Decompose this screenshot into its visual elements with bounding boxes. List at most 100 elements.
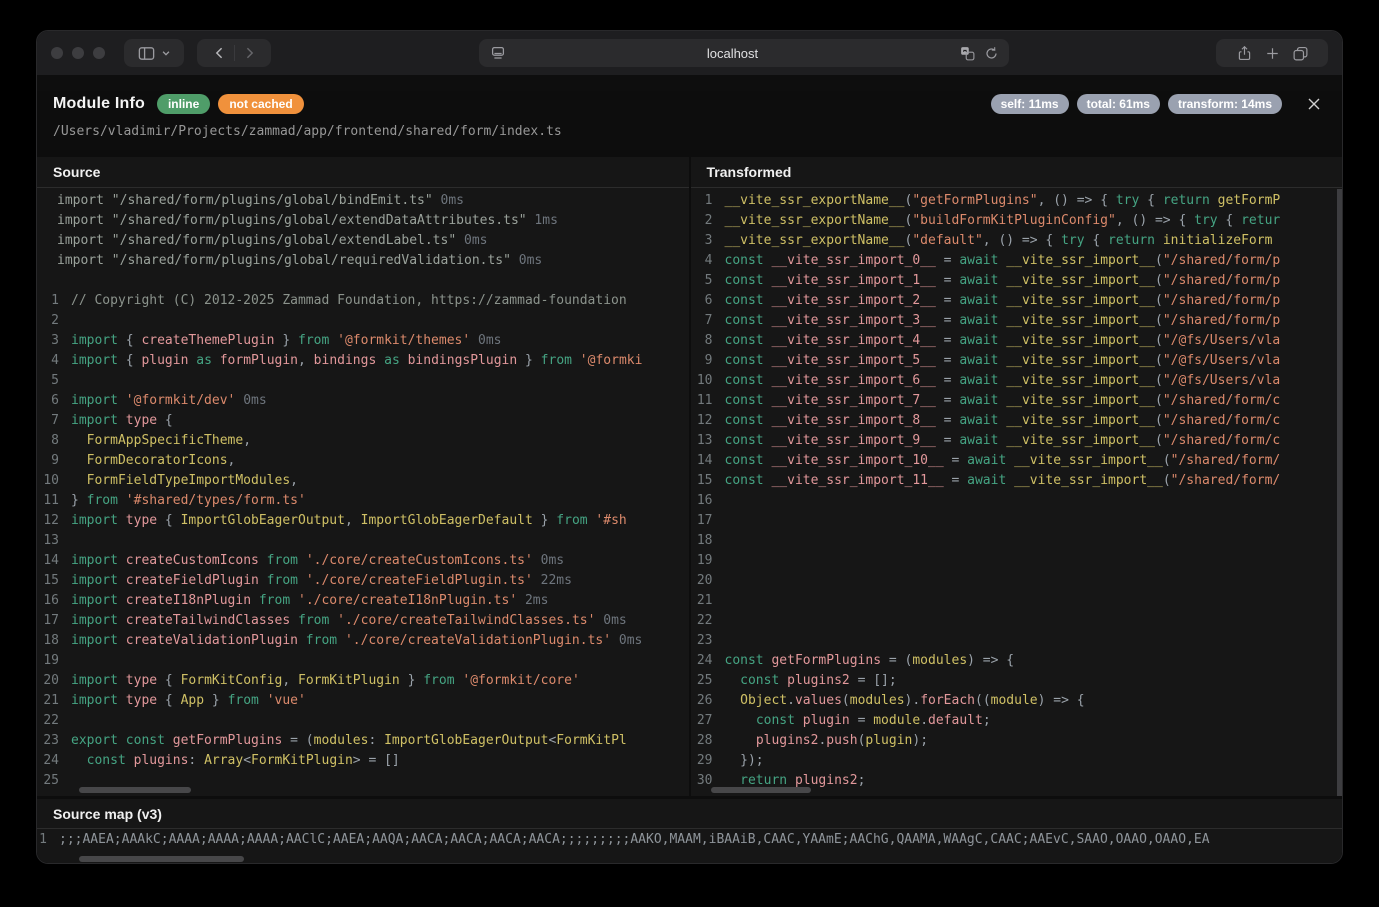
transformed-pane: Transformed 1__vite_ssr_exportName__("ge… <box>691 157 1343 796</box>
url-bar[interactable]: localhost <box>479 39 1009 67</box>
code-line: 9const __vite_ssr_import_5__ = await __v… <box>691 353 1343 373</box>
code-line: 6const __vite_ssr_import_2__ = await __v… <box>691 293 1343 313</box>
close-button[interactable] <box>1306 96 1322 112</box>
code-line: 8 FormAppSpecificTheme, <box>37 433 689 453</box>
transformed-horizontal-scrollbar[interactable] <box>711 787 811 793</box>
code-line: 4const __vite_ssr_import_0__ = await __v… <box>691 253 1343 273</box>
code-line: 11} from '#shared/types/form.ts' <box>37 493 689 513</box>
forward-button[interactable] <box>241 45 257 61</box>
browser-toolbar: localhost <box>37 31 1342 75</box>
sidebar-icon <box>137 44 156 63</box>
code-line: 23export const getFormPlugins = (modules… <box>37 733 689 753</box>
back-button[interactable] <box>212 45 228 61</box>
code-line: 16import createI18nPlugin from './core/c… <box>37 593 689 613</box>
chevron-down-icon <box>161 48 171 58</box>
code-line: 14import createCustomIcons from './core/… <box>37 553 689 573</box>
page-title: Module Info <box>53 95 145 113</box>
code-line: 19 <box>691 553 1343 573</box>
code-line: 15const __vite_ssr_import_11__ = await _… <box>691 473 1343 493</box>
source-pane-title: Source <box>37 157 689 188</box>
translate-icon[interactable] <box>959 45 976 62</box>
code-line: 12import type { ImportGlobEagerOutput, I… <box>37 513 689 533</box>
sourcemap-code[interactable]: 1;;;AAEA;AAAkC;AAAA;AAAA;AAAA;AAClC;AAEA… <box>37 829 1342 852</box>
code-line: 24const getFormPlugins = (modules) => { <box>691 653 1343 673</box>
browser-window: localhost <box>36 30 1343 864</box>
module-badges: inlinenot cached <box>157 94 312 114</box>
code-line: 23 <box>691 633 1343 653</box>
code-line: import "/shared/form/plugins/global/exte… <box>37 213 689 233</box>
code-line: 17import createTailwindClasses from './c… <box>37 613 689 633</box>
sourcemap-pane-title: Source map (v3) <box>37 799 1342 829</box>
code-line: 10 FormFieldTypeImportModules, <box>37 473 689 493</box>
code-line: 8const __vite_ssr_import_4__ = await __v… <box>691 333 1343 353</box>
sourcemap-horizontal-scrollbar[interactable] <box>79 856 244 862</box>
code-line: 3import { createThemePlugin } from '@for… <box>37 333 689 353</box>
code-line: 26 Object.values(modules).forEach((modul… <box>691 693 1343 713</box>
window-controls <box>51 47 105 59</box>
file-path: /Users/vladimir/Projects/zammad/app/fron… <box>53 124 1322 141</box>
window-minimize-button[interactable] <box>72 47 84 59</box>
code-line: import "/shared/form/plugins/global/bind… <box>37 193 689 213</box>
code-line: 1__vite_ssr_exportName__("getFormPlugins… <box>691 193 1343 213</box>
module-info-header: Module Info inlinenot cached self: 11ms t… <box>53 91 1322 117</box>
code-line: 16 <box>691 493 1343 513</box>
timing-badge: total: 61ms <box>1077 94 1160 114</box>
code-line: 22 <box>37 713 689 733</box>
code-line: 7import type { <box>37 413 689 433</box>
code-line: 20 <box>691 573 1343 593</box>
code-line: 5 <box>37 373 689 393</box>
share-icon[interactable] <box>1236 45 1253 62</box>
code-line: 1// Copyright (C) 2012-2025 Zammad Found… <box>37 293 689 313</box>
code-line: 5const __vite_ssr_import_1__ = await __v… <box>691 273 1343 293</box>
code-line: 27 const plugin = module.default; <box>691 713 1343 733</box>
inline-badge: inline <box>157 94 210 114</box>
code-line: 18 <box>691 533 1343 553</box>
nav-divider <box>234 45 235 61</box>
sourcemap-pane: Source map (v3) 1;;;AAEA;AAAkC;AAAA;AAAA… <box>37 799 1342 864</box>
module-info-page: Module Info inlinenot cached self: 11ms t… <box>37 91 1342 864</box>
source-horizontal-scrollbar[interactable] <box>79 787 191 793</box>
nav-buttons <box>197 39 271 67</box>
code-line: 9 FormDecoratorIcons, <box>37 453 689 473</box>
code-line: 19 <box>37 653 689 673</box>
toolbar-right-buttons <box>1216 39 1328 67</box>
transformed-code[interactable]: 1__vite_ssr_exportName__("getFormPlugins… <box>691 188 1343 790</box>
code-line: 11const __vite_ssr_import_7__ = await __… <box>691 393 1343 413</box>
timing-badges: self: 11ms total: 61ms transform: 14ms <box>991 94 1282 114</box>
transformed-vertical-scrollbar[interactable] <box>1337 189 1342 796</box>
new-tab-icon[interactable] <box>1265 46 1280 61</box>
source-pane: Source import "/shared/form/plugins/glob… <box>37 157 689 796</box>
code-line <box>37 273 689 293</box>
sidebar-toggle-button[interactable] <box>124 39 184 67</box>
timing-badge: self: 11ms <box>991 94 1069 114</box>
url-text[interactable]: localhost <box>507 46 959 61</box>
code-line: 2 <box>37 313 689 333</box>
code-line: 3__vite_ssr_exportName__("default", () =… <box>691 233 1343 253</box>
code-line: 13 <box>37 533 689 553</box>
code-line: 7const __vite_ssr_import_3__ = await __v… <box>691 313 1343 333</box>
source-code[interactable]: import "/shared/form/plugins/global/bind… <box>37 188 689 790</box>
code-line: 17 <box>691 513 1343 533</box>
code-line: 20import type { FormKitConfig, FormKitPl… <box>37 673 689 693</box>
code-line: 22 <box>691 613 1343 633</box>
code-line: 10const __vite_ssr_import_6__ = await __… <box>691 373 1343 393</box>
code-line: 4import { plugin as formPlugin, bindings… <box>37 353 689 373</box>
code-line: 25 const plugins2 = []; <box>691 673 1343 693</box>
reload-icon[interactable] <box>984 46 999 61</box>
code-line: import "/shared/form/plugins/global/exte… <box>37 233 689 253</box>
code-line: 2__vite_ssr_exportName__("buildFormKitPl… <box>691 213 1343 233</box>
transformed-pane-title: Transformed <box>691 157 1343 188</box>
code-line: 1;;;AAEA;AAAkC;AAAA;AAAA;AAAA;AAClC;AAEA… <box>37 832 1342 852</box>
timing-badge: transform: 14ms <box>1168 94 1282 114</box>
code-line: 29 }); <box>691 753 1343 773</box>
window-zoom-button[interactable] <box>93 47 105 59</box>
page-settings-icon[interactable] <box>489 44 507 62</box>
code-line: 18import createValidationPlugin from './… <box>37 633 689 653</box>
code-line: 21import type { App } from 'vue' <box>37 693 689 713</box>
window-close-button[interactable] <box>51 47 63 59</box>
code-line: 28 plugins2.push(plugin); <box>691 733 1343 753</box>
code-line: 24 const plugins: Array<FormKitPlugin> =… <box>37 753 689 773</box>
tab-overview-icon[interactable] <box>1292 45 1309 62</box>
code-line: 13const __vite_ssr_import_9__ = await __… <box>691 433 1343 453</box>
code-line: 6import '@formkit/dev' 0ms <box>37 393 689 413</box>
